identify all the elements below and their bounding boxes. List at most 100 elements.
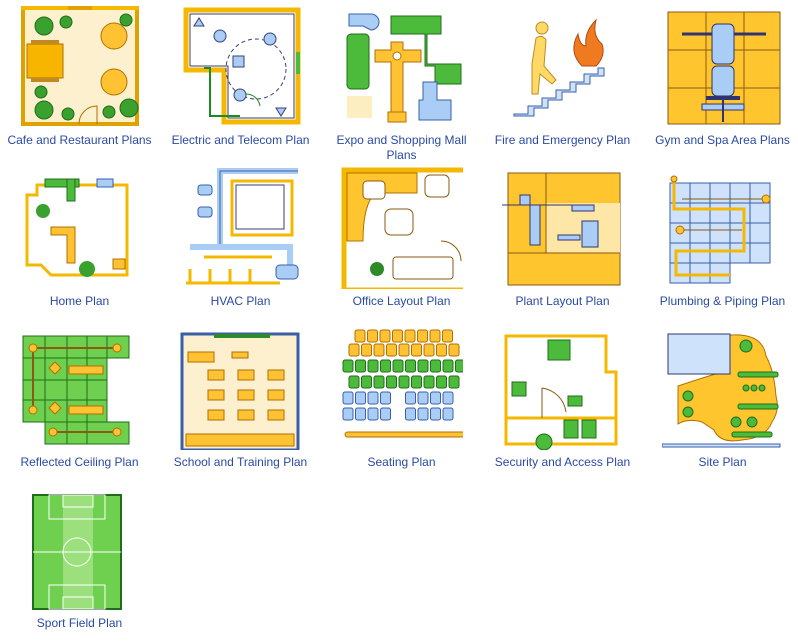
seat-shape bbox=[430, 359, 441, 373]
seat-shape bbox=[355, 391, 366, 405]
cafe-floorplan-icon bbox=[19, 4, 141, 128]
office-layout-icon bbox=[341, 165, 463, 289]
gallery-item-gym-spa[interactable]: Gym and Spa Area Plans bbox=[642, 0, 798, 161]
seat-shape bbox=[436, 343, 447, 357]
gallery-item-seating[interactable]: Seating Plan bbox=[321, 322, 482, 483]
gym-bench-icon bbox=[662, 4, 784, 128]
seat-shape bbox=[442, 329, 453, 343]
seat-shape bbox=[398, 343, 410, 357]
gallery-item-fire-emergency[interactable]: Fire and Emergency Plan bbox=[482, 0, 643, 161]
gallery-item-reflected-ceiling[interactable]: Reflected Ceiling Plan bbox=[0, 322, 160, 483]
gallery-item-cafe-restaurant[interactable]: Cafe and Restaurant Plans bbox=[0, 0, 160, 161]
seat-shape bbox=[442, 407, 454, 421]
seat-shape bbox=[430, 391, 441, 405]
seat-shape bbox=[367, 407, 379, 421]
seat-shape bbox=[380, 407, 391, 421]
seat-shape bbox=[380, 359, 391, 373]
classroom-icon bbox=[180, 326, 302, 450]
seat-shape bbox=[355, 359, 366, 373]
seat-shape bbox=[361, 343, 372, 357]
gallery-item-expo-shopping-mall[interactable]: Expo and Shopping Mall Plans bbox=[321, 0, 482, 162]
seat-shape bbox=[373, 375, 385, 389]
seat-shape bbox=[417, 407, 429, 421]
gallery-item-label: School and Training Plan bbox=[173, 455, 308, 469]
stage-bar bbox=[344, 431, 463, 438]
gallery-item-home-plan[interactable]: Home Plan bbox=[0, 161, 160, 322]
seat-shape bbox=[417, 359, 429, 373]
seat-shape bbox=[436, 375, 447, 389]
expo-mall-icon bbox=[341, 4, 463, 128]
gallery-item-security-access[interactable]: Security and Access Plan bbox=[482, 322, 643, 483]
seat-shape bbox=[398, 375, 410, 389]
seat-shape bbox=[342, 359, 354, 373]
gallery-item-label: Plumbing & Piping Plan bbox=[659, 294, 786, 308]
plumbing-pipes-icon bbox=[662, 165, 784, 289]
seat-shape bbox=[411, 343, 422, 357]
seat-shape bbox=[386, 375, 397, 389]
seat-shape bbox=[342, 407, 354, 421]
gallery-item-hvac[interactable]: HVAC Plan bbox=[160, 161, 321, 322]
gallery-item-electric-telecom[interactable]: Electric and Telecom Plan bbox=[160, 0, 321, 161]
seat-shape bbox=[342, 391, 354, 405]
gallery-item-site-plan[interactable]: Site Plan bbox=[642, 322, 798, 483]
seat-shape bbox=[442, 391, 454, 405]
gallery-item-label: Plant Layout Plan bbox=[515, 294, 610, 308]
seat-shape bbox=[417, 329, 428, 343]
gallery-item-label: Seating Plan bbox=[367, 455, 436, 469]
seat-shape bbox=[417, 391, 429, 405]
electric-plan-icon bbox=[180, 4, 302, 128]
gallery-item-label: Security and Access Plan bbox=[494, 455, 631, 469]
template-gallery: Cafe and Restaurant Plans Electric and T… bbox=[0, 0, 798, 640]
seat-shape bbox=[405, 391, 416, 405]
gallery-item-label: Expo and Shopping Mall Plans bbox=[336, 133, 467, 162]
seat-shape bbox=[367, 391, 379, 405]
gallery-item-label: Gym and Spa Area Plans bbox=[655, 133, 790, 147]
site-plan-icon bbox=[662, 326, 784, 450]
seat-shape bbox=[442, 359, 454, 373]
gallery-item-label: Electric and Telecom Plan bbox=[171, 133, 310, 147]
seat-shape bbox=[380, 391, 391, 405]
seat-shape bbox=[429, 329, 441, 343]
gallery-item-label: HVAC Plan bbox=[210, 294, 271, 308]
seat-shape bbox=[448, 375, 460, 389]
seat-shape bbox=[423, 375, 435, 389]
seat-shape bbox=[392, 329, 403, 343]
seating-rows-icon bbox=[341, 326, 463, 450]
seat-shape bbox=[367, 329, 378, 343]
gallery-item-sport-field[interactable]: Sport Field Plan bbox=[0, 483, 160, 644]
seat-shape bbox=[348, 375, 360, 389]
seat-shape bbox=[361, 375, 372, 389]
seat-shape bbox=[405, 359, 416, 373]
gallery-item-label: Site Plan bbox=[698, 455, 747, 469]
seat-shape bbox=[348, 343, 360, 357]
seat-shape bbox=[367, 359, 379, 373]
seat-shape bbox=[404, 329, 416, 343]
seat-shape bbox=[379, 329, 391, 343]
seat-shape bbox=[354, 329, 366, 343]
gallery-item-label: Fire and Emergency Plan bbox=[494, 133, 631, 147]
gallery-item-label: Home Plan bbox=[49, 294, 110, 308]
seat-shape bbox=[455, 359, 463, 373]
soccer-field-icon bbox=[19, 487, 141, 611]
gallery-item-plant-layout[interactable]: Plant Layout Plan bbox=[482, 161, 643, 322]
security-plan-icon bbox=[502, 326, 624, 450]
hvac-ducts-icon bbox=[180, 165, 302, 289]
seat-shape bbox=[411, 375, 422, 389]
seat-shape bbox=[430, 407, 441, 421]
ceiling-plan-icon bbox=[19, 326, 141, 450]
seat-shape bbox=[355, 407, 366, 421]
seat-shape bbox=[423, 343, 435, 357]
seat-shape bbox=[392, 359, 404, 373]
seat-shape bbox=[448, 343, 460, 357]
gallery-item-label: Reflected Ceiling Plan bbox=[20, 455, 139, 469]
seat-shape bbox=[386, 343, 397, 357]
gallery-item-label: Office Layout Plan bbox=[352, 294, 451, 308]
plant-layout-icon bbox=[502, 165, 624, 289]
fire-exit-icon bbox=[502, 4, 624, 128]
gallery-item-office-layout[interactable]: Office Layout Plan bbox=[321, 161, 482, 322]
seat-shape bbox=[373, 343, 385, 357]
gallery-item-label: Cafe and Restaurant Plans bbox=[7, 133, 152, 147]
gallery-item-school-training[interactable]: School and Training Plan bbox=[160, 322, 321, 483]
gallery-item-plumbing-piping[interactable]: Plumbing & Piping Plan bbox=[642, 161, 798, 322]
gallery-item-label: Sport Field Plan bbox=[36, 616, 123, 630]
